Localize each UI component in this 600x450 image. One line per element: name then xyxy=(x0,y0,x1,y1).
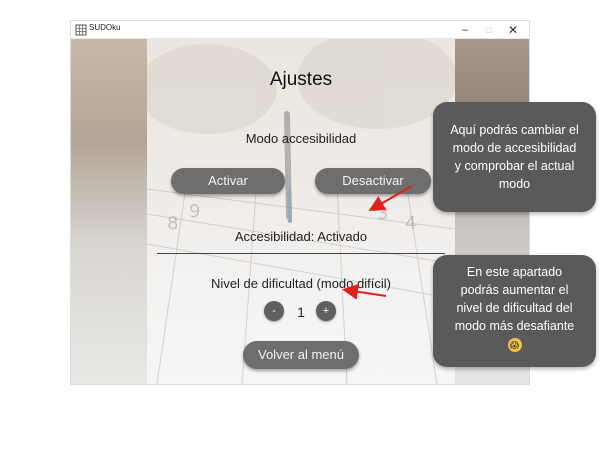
back-to-menu-button[interactable]: Volver al menú xyxy=(243,341,359,369)
accessibility-mode-label: Modo accesibilidad xyxy=(245,131,357,146)
deactivate-button[interactable]: Desactivar xyxy=(315,168,431,194)
activate-button[interactable]: Activar xyxy=(171,168,285,194)
difficulty-level-value: 1 xyxy=(297,304,305,320)
decrease-level-button[interactable]: - xyxy=(264,301,284,321)
background-photo-left xyxy=(71,39,149,384)
accessibility-tooltip: Aquí podrás cambiar el modo de accesibil… xyxy=(433,102,596,212)
title-bar: SUDOku – □ ✕ xyxy=(71,21,529,39)
tooltip-line: En este apartado xyxy=(466,265,563,279)
scream-emoji-icon: 😱 xyxy=(507,338,522,352)
maximize-button[interactable]: □ xyxy=(477,21,501,39)
difficulty-tooltip: En este apartado podrás aumentar el nive… xyxy=(433,255,596,367)
difficulty-label: Nivel de dificultad (modo difícil) xyxy=(211,276,391,291)
tooltip-line: nivel de dificultad del xyxy=(456,301,573,315)
page-title: Ajustes xyxy=(269,69,333,90)
tooltip-line: Aquí podrás cambiar el xyxy=(450,123,579,137)
tooltip-line: modo más desafiante xyxy=(454,319,575,333)
divider xyxy=(157,253,445,254)
window-title: SUDOku xyxy=(89,23,121,32)
tooltip-line: modo de accesibilidad xyxy=(452,141,577,155)
accessibility-status: Accesibilidad: Activado xyxy=(234,229,368,244)
increase-level-button[interactable]: + xyxy=(316,301,336,321)
tooltip-line: modo xyxy=(498,177,531,191)
minimize-button[interactable]: – xyxy=(453,21,477,39)
tooltip-line: podrás aumentar el xyxy=(460,283,569,297)
close-button[interactable]: ✕ xyxy=(501,21,525,39)
sudoku-app-icon xyxy=(75,24,87,36)
background-digit: 9 xyxy=(189,201,200,222)
background-digit: 3 xyxy=(377,203,388,224)
tooltip-line: y comprobar el actual xyxy=(454,159,575,173)
